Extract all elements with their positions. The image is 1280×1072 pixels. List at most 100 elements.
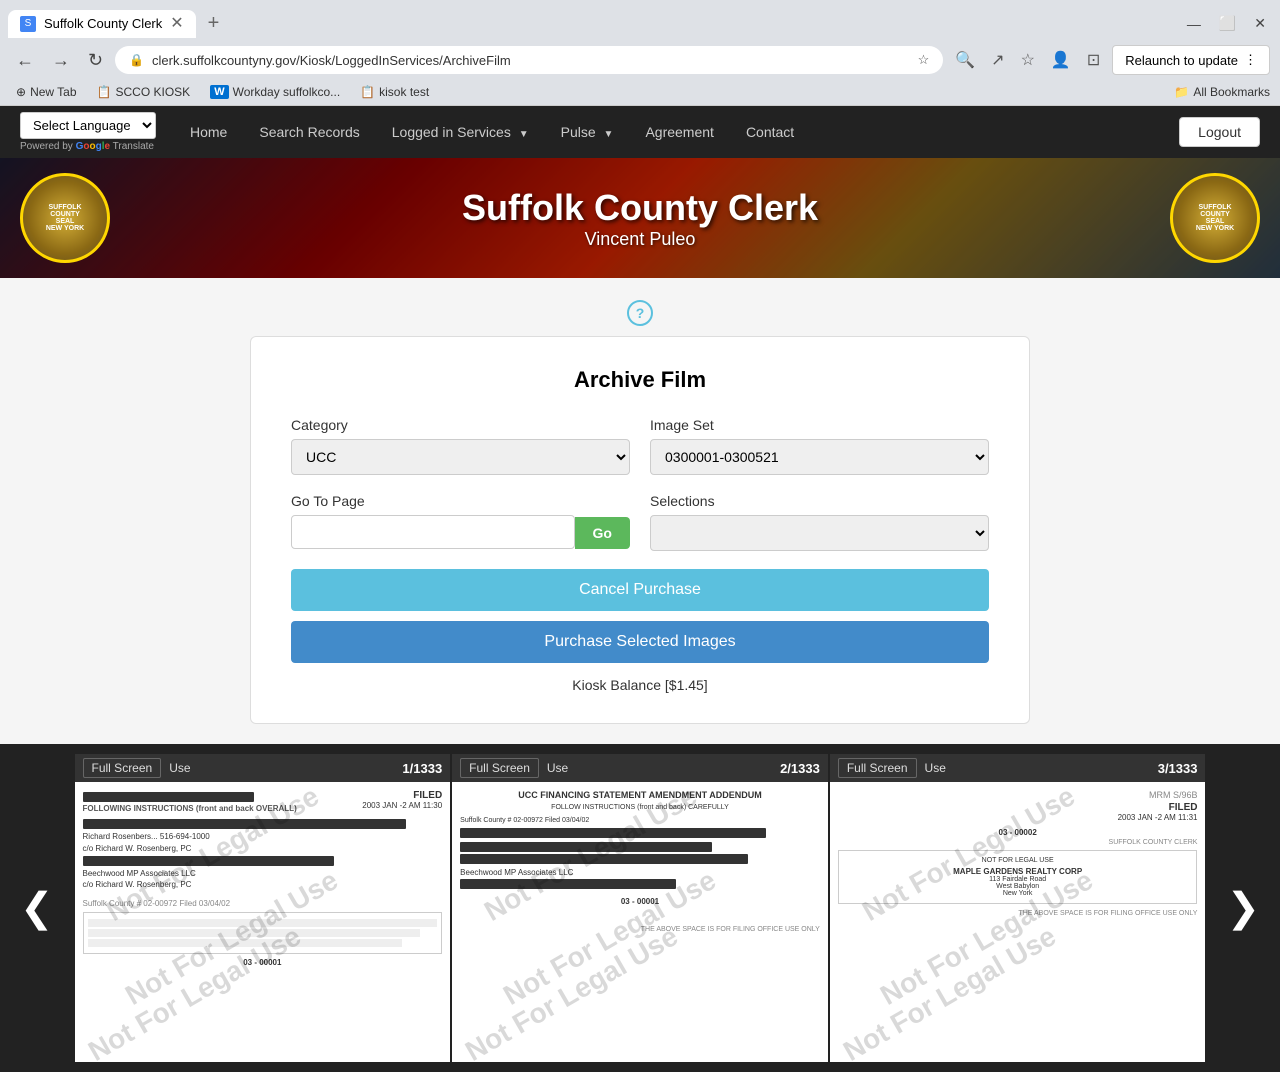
hero-subtitle: Vincent Puleo [462,229,818,250]
hero-title-container: Suffolk County Clerk Vincent Puleo [462,187,818,250]
share-button[interactable]: ↗ [985,46,1010,74]
lock-icon: 🔒 [129,53,144,67]
archive-film-card: Archive Film Category UCC Deeds Mortgage… [250,336,1030,724]
translate-text: Translate [113,141,154,152]
use-button-1[interactable]: Use [169,761,190,775]
seal-left-text: SUFFOLKCOUNTYSEALNEW YORK [42,200,88,236]
bookmark-new-tab[interactable]: ⊕ New Tab [10,83,83,101]
close-button[interactable]: ✕ [1248,11,1272,36]
frame-2-image: Not For Legal Use Not For Legal Use Not … [452,782,828,1062]
prev-frame-button[interactable]: ❮ [0,875,74,941]
workday-label: Workday suffolkco... [233,85,341,99]
bookmark-workday[interactable]: W Workday suffolkco... [204,83,346,101]
bookmark-scco-kiosk[interactable]: 📋 SCCO KIOSK [91,83,197,101]
pulse-dropdown-icon: ▼ [604,129,614,140]
nav-contact[interactable]: Contact [732,116,808,148]
address-bar[interactable]: 🔒 ☆ [115,46,943,74]
frame-1-doc: Not For Legal Use Not For Legal Use Not … [75,782,451,1062]
powered-by-text: Powered by [20,141,76,152]
star-icon[interactable]: ☆ [918,52,930,68]
workday-favicon: W [210,85,228,99]
image-set-group: Image Set 0300001-0300521 0200001-020050… [650,417,989,475]
seal-right: SUFFOLKCOUNTYSEALNEW YORK [1170,173,1260,263]
image-viewer-inner: ❮ Full Screen Use 1/1333 Not For Legal U… [0,754,1280,1062]
browser-tab-active[interactable]: S Suffolk County Clerk ✕ [8,10,196,38]
folder-icon: 📁 [1174,85,1189,99]
help-circle-icon[interactable]: ? [627,300,653,326]
relaunch-button[interactable]: Relaunch to update ⋮ [1112,45,1270,75]
relaunch-menu-icon[interactable]: ⋮ [1244,52,1257,68]
nav-pulse[interactable]: Pulse ▼ [547,116,628,148]
redact-1 [83,819,407,829]
logout-button[interactable]: Logout [1179,117,1260,147]
fullscreen-button-2[interactable]: Full Screen [460,758,539,778]
search-browser-button[interactable]: 🔍 [949,46,981,74]
go-button[interactable]: Go [575,517,630,549]
refresh-button[interactable]: ↻ [82,46,109,75]
minimize-button[interactable]: — [1181,12,1207,36]
frame-3-doc: Not For Legal Use Not For Legal Use Not … [830,782,1206,1062]
all-bookmarks-label: All Bookmarks [1193,85,1270,99]
address-input[interactable] [152,53,910,68]
category-group: Category UCC Deeds Mortgages Liens [291,417,630,475]
tab-favicon: S [20,16,36,32]
film-frame-1: Full Screen Use 1/1333 Not For Legal Use… [75,754,451,1062]
all-bookmarks[interactable]: 📁 All Bookmarks [1174,85,1270,99]
frame-3-image: Not For Legal Use Not For Legal Use Not … [830,782,1206,1062]
screen-capture-button[interactable]: ⊡ [1081,46,1106,74]
filed-stamp-3: FILED [1118,802,1198,813]
nav-links: Home Search Records Logged in Services ▼… [176,116,1179,148]
next-frame-button[interactable]: ❯ [1206,875,1280,941]
fullscreen-button-3[interactable]: Full Screen [838,758,917,778]
back-button[interactable]: ← [10,46,40,75]
language-select[interactable]: Select Language [20,112,156,139]
category-label: Category [291,417,630,433]
frame-3-toolbar: Full Screen Use 3/1333 [830,754,1206,782]
kiosk-test-favicon: 📋 [360,85,375,99]
image-set-select[interactable]: 0300001-0300521 0200001-0200500 0100001-… [650,439,989,475]
browser-titlebar: S Suffolk County Clerk ✕ + — ⬜ ✕ [0,0,1280,39]
nav-search-records[interactable]: Search Records [245,116,373,148]
fullscreen-button-1[interactable]: Full Screen [83,758,162,778]
new-tab-button[interactable]: + [200,8,228,39]
nav-logged-in-services[interactable]: Logged in Services ▼ [378,116,543,148]
frame-2-toolbar: Full Screen Use 2/1333 [452,754,828,782]
frame-1-toolbar: Full Screen Use 1/1333 [75,754,451,782]
help-icon-container[interactable]: ? [20,298,1260,326]
film-frame-2: Full Screen Use 2/1333 Not For Legal Use… [452,754,828,1062]
category-imageset-row: Category UCC Deeds Mortgages Liens Image… [291,417,989,475]
selections-select[interactable] [650,515,989,551]
bookmark-kiosk-test[interactable]: 📋 kisok test [354,83,435,101]
bookmarks-bar: ⊕ New Tab 📋 SCCO KIOSK W Workday suffolk… [0,81,1280,106]
frame-2-counter: 2/1333 [780,761,820,776]
tab-title: Suffolk County Clerk [44,16,162,31]
browser-action-buttons: 🔍 ↗ ☆ 👤 ⊡ [949,46,1106,74]
watermark-3c: Not For Legal Use [838,920,1061,1062]
film-frames-row: Full Screen Use 1/1333 Not For Legal Use… [74,754,1207,1062]
google-text-6: e [104,141,110,152]
bookmarks-button[interactable]: ☆ [1015,46,1041,74]
profile-button[interactable]: 👤 [1045,46,1077,74]
cancel-purchase-button[interactable]: Cancel Purchase [291,569,989,611]
new-tab-favicon: ⊕ [16,85,26,99]
forward-button[interactable]: → [46,46,76,75]
goto-page-input[interactable] [291,515,575,549]
seal-right-text: SUFFOLKCOUNTYSEALNEW YORK [1192,200,1238,236]
frame-1-counter: 1/1333 [402,761,442,776]
category-select[interactable]: UCC Deeds Mortgages Liens [291,439,630,475]
purchase-selected-button[interactable]: Purchase Selected Images [291,621,989,663]
frame-3-counter: 3/1333 [1158,761,1198,776]
seal-left: SUFFOLKCOUNTYSEALNEW YORK [20,173,110,263]
goto-row: Go [291,515,630,549]
browser-toolbar: ← → ↻ 🔒 ☆ 🔍 ↗ ☆ 👤 ⊡ Relaunch to update ⋮ [0,39,1280,81]
page-content: Select Language Powered by Google Transl… [0,106,1280,1072]
navbar: Select Language Powered by Google Transl… [0,106,1280,158]
nav-agreement[interactable]: Agreement [631,116,727,148]
filed-stamp-1: FILED [362,790,442,801]
main-area: ? Archive Film Category UCC Deeds Mortga… [0,278,1280,744]
nav-home[interactable]: Home [176,116,241,148]
tab-close-button[interactable]: ✕ [170,16,183,32]
maximize-button[interactable]: ⬜ [1213,11,1242,36]
use-button-2[interactable]: Use [547,761,568,775]
use-button-3[interactable]: Use [925,761,946,775]
